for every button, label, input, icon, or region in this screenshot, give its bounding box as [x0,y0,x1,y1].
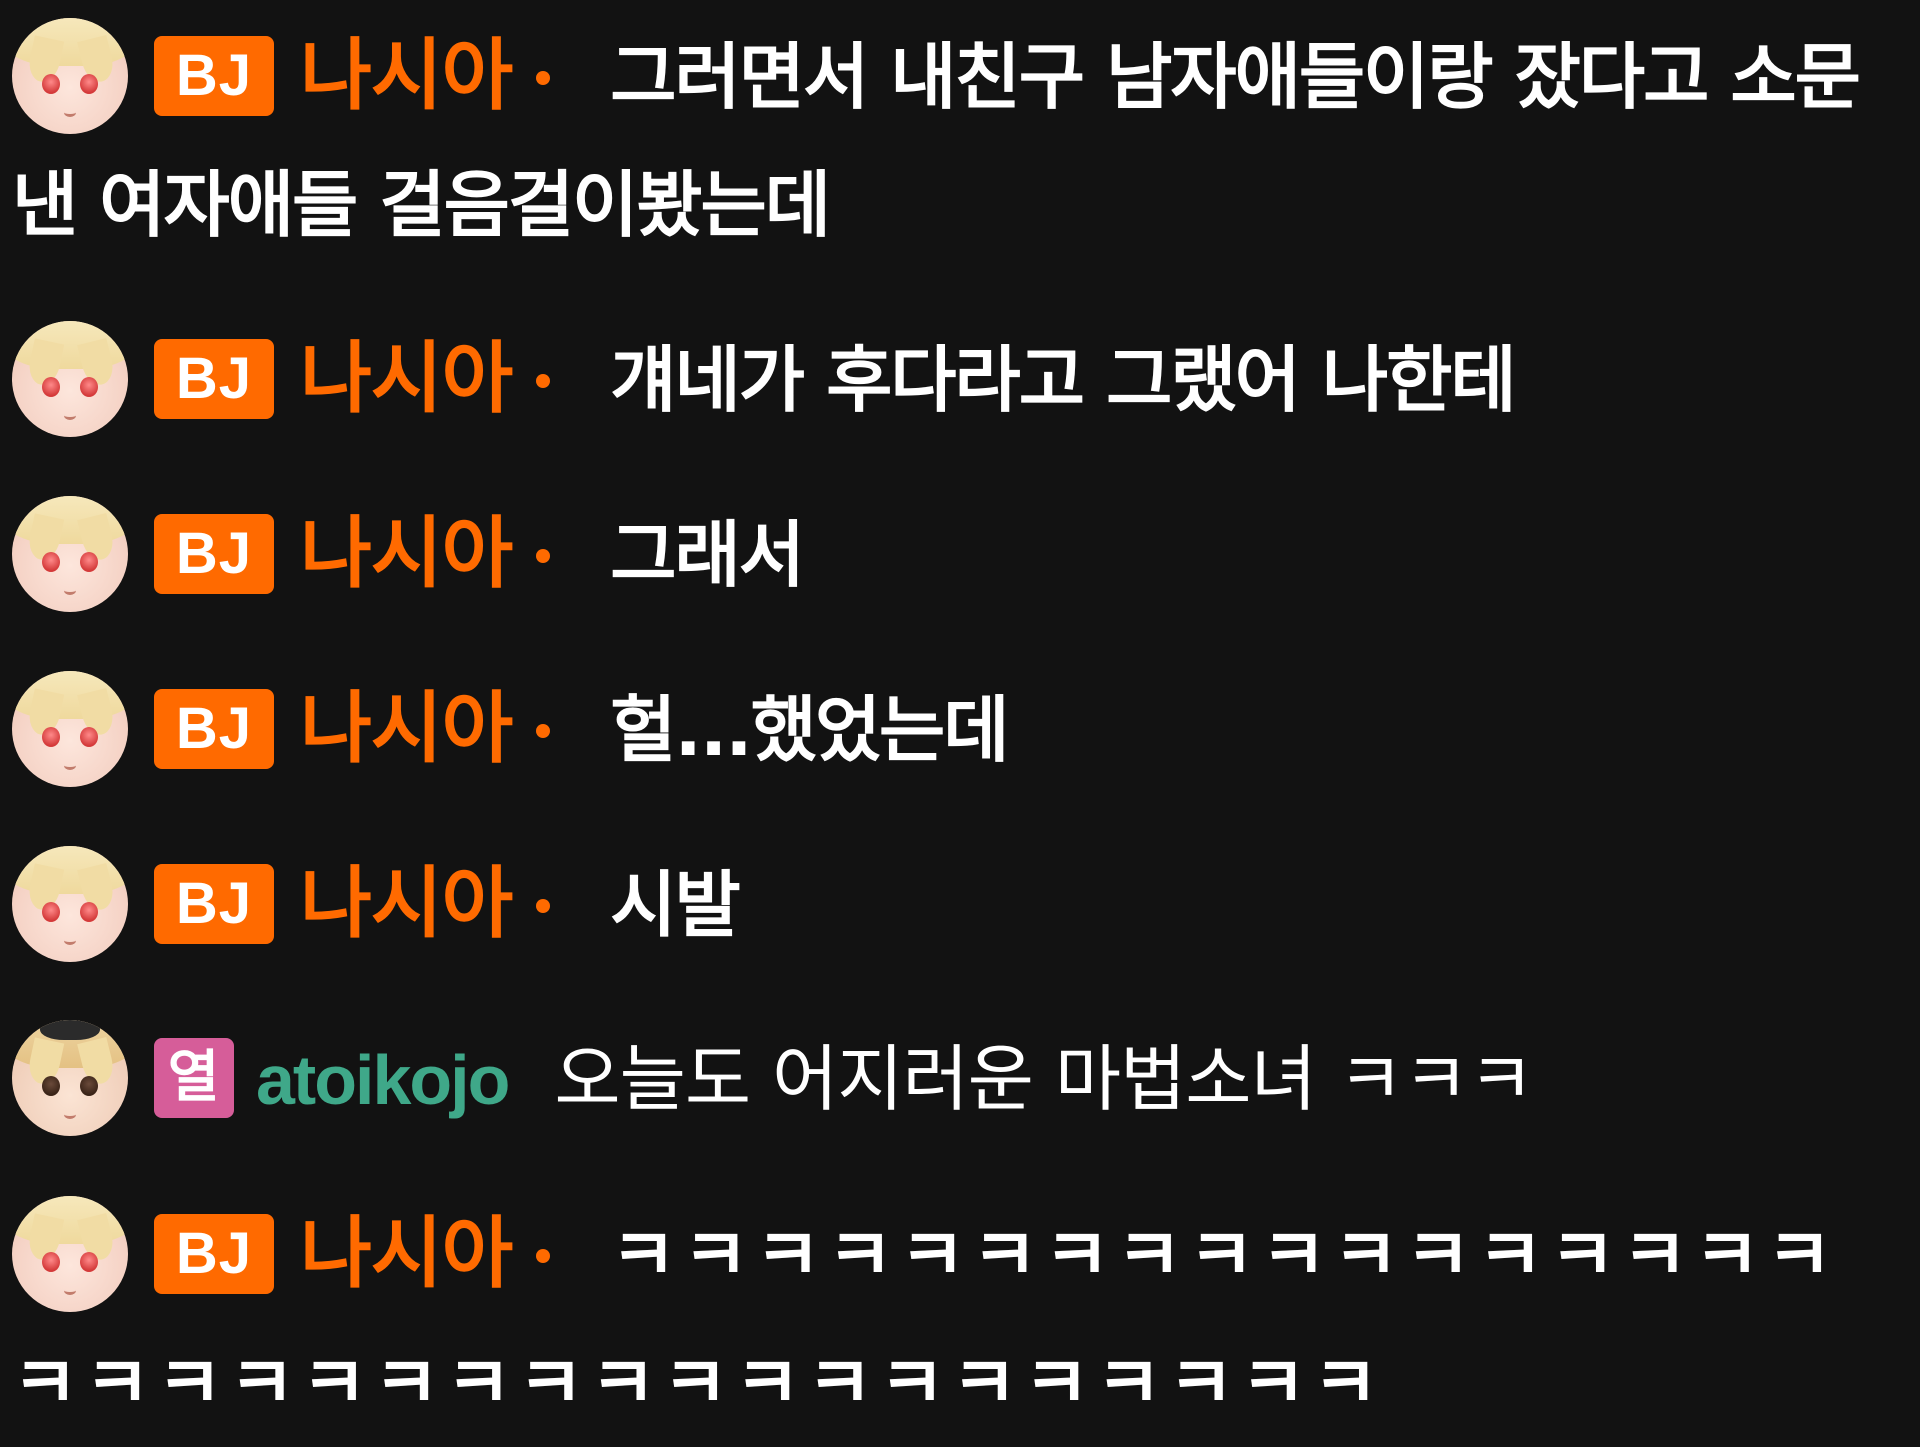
fan-badge: 열 [154,1038,234,1119]
streamer-avatar-icon[interactable] [12,496,128,613]
dot-icon [536,899,551,914]
nickname[interactable]: 나시아 [300,509,513,599]
chat-list: BJ 나시아 그러면서 내친구 남자애들이랑 잤다고 소문낸 여자애들 걸음걸이봤는… [0,0,1920,1439]
dot-icon [536,71,551,86]
bj-badge: BJ [154,339,274,420]
nickname[interactable]: atoikojo [256,1041,510,1119]
bj-badge: BJ [154,514,274,595]
message-text: 헐...했었는데 [610,688,1009,772]
streamer-avatar-icon[interactable] [12,671,128,788]
nickname[interactable]: 나시아 [300,31,513,121]
message-text: 그러면서 내친구 남자애들이랑 잤다고 소문낸 여자애들 걸음걸이봤는데 [12,35,1861,247]
chat-message: BJ 나시아 걔네가 후다라고 그랬어 나한테 [12,315,1910,444]
nickname[interactable]: 나시아 [300,334,513,424]
chat-message: BJ 나시아 그래서 [12,490,1910,619]
dot-icon [536,374,551,389]
chat-message: BJ 나시아 ㅋㅋㅋㅋㅋㅋㅋㅋㅋㅋㅋㅋㅋㅋㅋㅋㅋㅋㅋㅋㅋㅋㅋㅋㅋㅋㅋㅋㅋㅋㅋㅋㅋㅋㅋ… [12,1190,1910,1447]
streamer-avatar-icon[interactable] [12,321,128,438]
bj-badge: BJ [154,864,274,945]
message-text: 그래서 [610,513,805,597]
bj-badge: BJ [154,1214,274,1295]
viewer-avatar-icon[interactable] [12,1020,128,1137]
chat-message: BJ 나시아 헐...했었는데 [12,665,1910,794]
chat-message: BJ 나시아 그러면서 내친구 남자애들이랑 잤다고 소문낸 여자애들 걸음걸이봤는… [12,12,1910,269]
streamer-avatar-icon[interactable] [12,846,128,963]
nickname[interactable]: 나시아 [300,1209,513,1299]
streamer-avatar-icon[interactable] [12,18,128,135]
bj-badge: BJ [154,36,274,117]
dot-icon [536,724,551,739]
nickname[interactable]: 나시아 [300,684,513,774]
chat-message: BJ 나시아 시발 [12,840,1910,969]
streamer-avatar-icon[interactable] [12,1196,128,1313]
bj-badge: BJ [154,689,274,770]
message-text: 오늘도 어지러운 마법소녀 ㅋㅋㅋ [554,1037,1534,1121]
dot-icon [536,1249,551,1264]
nickname[interactable]: 나시아 [300,859,513,949]
message-text: ㅋㅋㅋㅋㅋㅋㅋㅋㅋㅋㅋㅋㅋㅋㅋㅋㅋㅋㅋㅋㅋㅋㅋㅋㅋㅋㅋㅋㅋㅋㅋㅋㅋㅋㅋㅋ [12,1213,1839,1425]
chat-message: 열 atoikojo 오늘도 어지러운 마법소녀 ㅋㅋㅋ [12,1015,1910,1144]
dot-icon [536,549,551,564]
message-text: 걔네가 후다라고 그랬어 나한테 [610,338,1516,422]
message-text: 시발 [610,863,740,947]
